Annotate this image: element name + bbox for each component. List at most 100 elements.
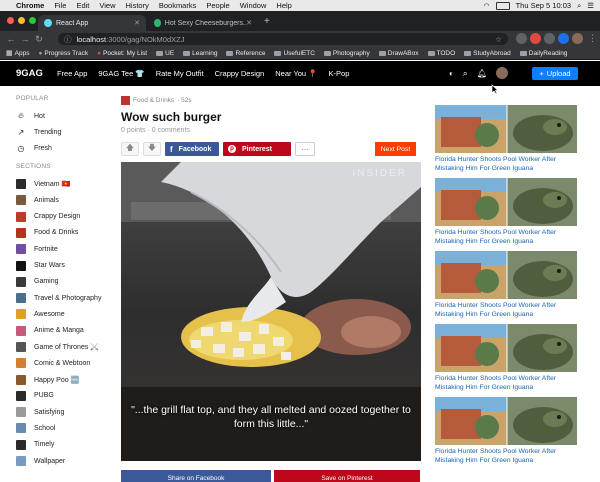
sidebar-item-section[interactable]: Crappy Design [16, 208, 108, 224]
close-window-icon[interactable] [7, 17, 14, 24]
bookmark-folder-ue[interactable]: UE [156, 50, 174, 57]
nav-rate-my-outfit[interactable]: Rate My Outfit [156, 69, 204, 78]
zoom-window-icon[interactable] [29, 17, 36, 24]
featured-card[interactable]: Florida Hunter Shoots Pool Worker After … [435, 251, 577, 324]
sidebar-item-section[interactable]: Wallpaper [16, 453, 108, 469]
search-icon[interactable]: ⌕ [577, 1, 581, 11]
bookmark-pocket[interactable]: ● Pocket: My List [97, 50, 147, 57]
post-points[interactable]: 0 points [121, 127, 146, 134]
nav-k-pop[interactable]: K-Pop [329, 69, 350, 78]
menu-people[interactable]: People [206, 1, 229, 10]
post-comments[interactable]: 0 comments [152, 127, 190, 134]
featured-card[interactable]: Florida Hunter Shoots Pool Worker After … [435, 105, 577, 178]
bookmark-folder-usefuletc[interactable]: UsefulETC [274, 50, 315, 57]
nav-free-app[interactable]: Free App [57, 69, 87, 78]
menu-clock[interactable]: Thu Sep 5 10:03 [516, 1, 571, 10]
featured-card-image[interactable] [435, 251, 577, 299]
site-logo[interactable]: 9GAG [16, 68, 43, 79]
featured-card[interactable]: Florida Hunter Shoots Pool Worker After … [435, 324, 577, 397]
sidebar-item-section[interactable]: Anime & Manga [16, 323, 108, 339]
night-mode-icon[interactable]: ◐ [449, 69, 454, 78]
menu-help[interactable]: Help [276, 1, 291, 10]
sidebar-item-section[interactable]: Gaming [16, 274, 108, 290]
reload-icon[interactable]: ↻ [32, 34, 46, 45]
profile-avatar[interactable] [572, 33, 583, 44]
sidebar-item-section[interactable]: Awesome [16, 306, 108, 322]
close-tab-icon[interactable]: ✕ [134, 19, 140, 27]
menu-history[interactable]: History [126, 1, 149, 10]
bookmark-folder-studyabroad[interactable]: StudyAbroad [464, 50, 511, 57]
more-options-button[interactable]: ··· [295, 142, 315, 156]
menu-bookmarks[interactable]: Bookmarks [159, 1, 197, 10]
sidebar-item-fresh[interactable]: ◷ Fresh [16, 141, 108, 157]
sidebar-item-section[interactable]: Fortnite [16, 241, 108, 257]
info-icon[interactable]: ⓘ [64, 34, 72, 45]
upvote-button[interactable]: 🡅 [121, 142, 139, 156]
close-tab-icon[interactable]: ✕ [246, 19, 252, 27]
bookmark-star-icon[interactable]: ☆ [495, 35, 502, 44]
menu-list-icon[interactable]: ☰ [587, 1, 594, 10]
user-avatar[interactable] [496, 67, 508, 79]
bookmark-folder-photography[interactable]: Photography [323, 50, 370, 57]
menu-app-name[interactable]: Chrome [16, 1, 44, 10]
featured-card-image[interactable] [435, 397, 577, 445]
post-media[interactable]: INSIDER "...the grill flat top, and they… [121, 162, 421, 461]
sidebar-item-section[interactable]: School [16, 420, 108, 436]
share-facebook-bottom-button[interactable]: Share on Facebook [121, 470, 271, 482]
sidebar-item-section[interactable]: Timely [16, 437, 108, 453]
tab-react-app[interactable]: React App ✕ [38, 15, 146, 31]
nav-near-you[interactable]: Near You 📍 [275, 69, 317, 78]
extension-icon[interactable] [516, 33, 527, 44]
sidebar-item-section[interactable]: Food & Drinks [16, 225, 108, 241]
menu-file[interactable]: File [54, 1, 66, 10]
nav-9gag-tee[interactable]: 9GAG Tee 👕 [98, 69, 144, 78]
downvote-button[interactable]: 🡇 [143, 142, 161, 156]
back-icon[interactable]: ← [4, 34, 18, 44]
sidebar-item-section[interactable]: Animals [16, 192, 108, 208]
save-pinterest-bottom-button[interactable]: Save on Pinterest [274, 470, 420, 482]
sidebar-item-trending[interactable]: ↗ Trending [16, 124, 108, 140]
sidebar-item-section[interactable]: PUBG [16, 388, 108, 404]
search-icon[interactable]: ⌕ [463, 68, 468, 79]
pinterest-share-button[interactable]: p Pinterest [223, 142, 291, 156]
bookmark-apps[interactable]: ▦ Apps [6, 49, 29, 58]
extension-icon[interactable] [558, 33, 569, 44]
featured-card-title[interactable]: Florida Hunter Shoots Pool Worker After … [435, 372, 577, 397]
nav-crappy-design[interactable]: Crappy Design [215, 69, 265, 78]
sidebar-item-section[interactable]: Vietnam 🇻🇳 [16, 176, 108, 192]
sidebar-item-section[interactable]: Satisfying [16, 404, 108, 420]
menu-view[interactable]: View [99, 1, 115, 10]
menu-window[interactable]: Window [240, 1, 267, 10]
next-post-button[interactable]: Next Post [375, 142, 416, 156]
bookmark-folder-dailyreading[interactable]: DailyReading [519, 50, 567, 57]
minimize-window-icon[interactable] [18, 17, 25, 24]
bookmark-folder-learning[interactable]: Learning [183, 50, 217, 57]
battery-icon[interactable] [495, 1, 510, 10]
featured-card-image[interactable] [435, 178, 577, 226]
tab-cheeseburgers[interactable]: Hot Sexy Cheeseburgers... – A ✕ [148, 15, 258, 31]
sidebar-item-section[interactable]: Happy Poo 🆕 [16, 371, 108, 387]
wifi-icon[interactable]: ◠ [483, 2, 489, 10]
sidebar-item-section[interactable]: Game of Thrones ⚔️ [16, 339, 108, 355]
forward-icon[interactable]: → [18, 34, 32, 44]
featured-card[interactable]: Florida Hunter Shoots Pool Worker After … [435, 178, 577, 251]
featured-card-image[interactable] [435, 105, 577, 153]
pocket-extension-icon[interactable] [530, 33, 541, 44]
facebook-share-button[interactable]: f Facebook [165, 142, 219, 156]
featured-card-image[interactable] [435, 324, 577, 372]
bookmark-progress-track[interactable]: ● Progress Track [38, 50, 88, 57]
new-tab-icon[interactable]: + [264, 16, 270, 27]
sidebar-item-section[interactable]: Travel & Photography [16, 290, 108, 306]
bookmark-folder-drawabox[interactable]: DrawABox [378, 50, 419, 57]
post-section[interactable]: Food & Drinks [133, 97, 174, 104]
sidebar-item-section[interactable]: Comic & Webtoon [16, 355, 108, 371]
featured-card-title[interactable]: Florida Hunter Shoots Pool Worker After … [435, 226, 577, 251]
bookmark-folder-reference[interactable]: Reference [226, 50, 265, 57]
featured-card-title[interactable]: Florida Hunter Shoots Pool Worker After … [435, 153, 577, 178]
chrome-menu-icon[interactable]: ⋮ [588, 33, 597, 44]
sidebar-item-hot[interactable]: 🔥︎ Hot [16, 108, 108, 124]
address-bar[interactable]: ⓘ localhost:3000/gag/NOkM0dXZJ ☆ [58, 33, 508, 45]
featured-card-title[interactable]: Florida Hunter Shoots Pool Worker After … [435, 299, 577, 324]
menu-edit[interactable]: Edit [76, 1, 89, 10]
sidebar-item-section[interactable]: Star Wars [16, 257, 108, 273]
